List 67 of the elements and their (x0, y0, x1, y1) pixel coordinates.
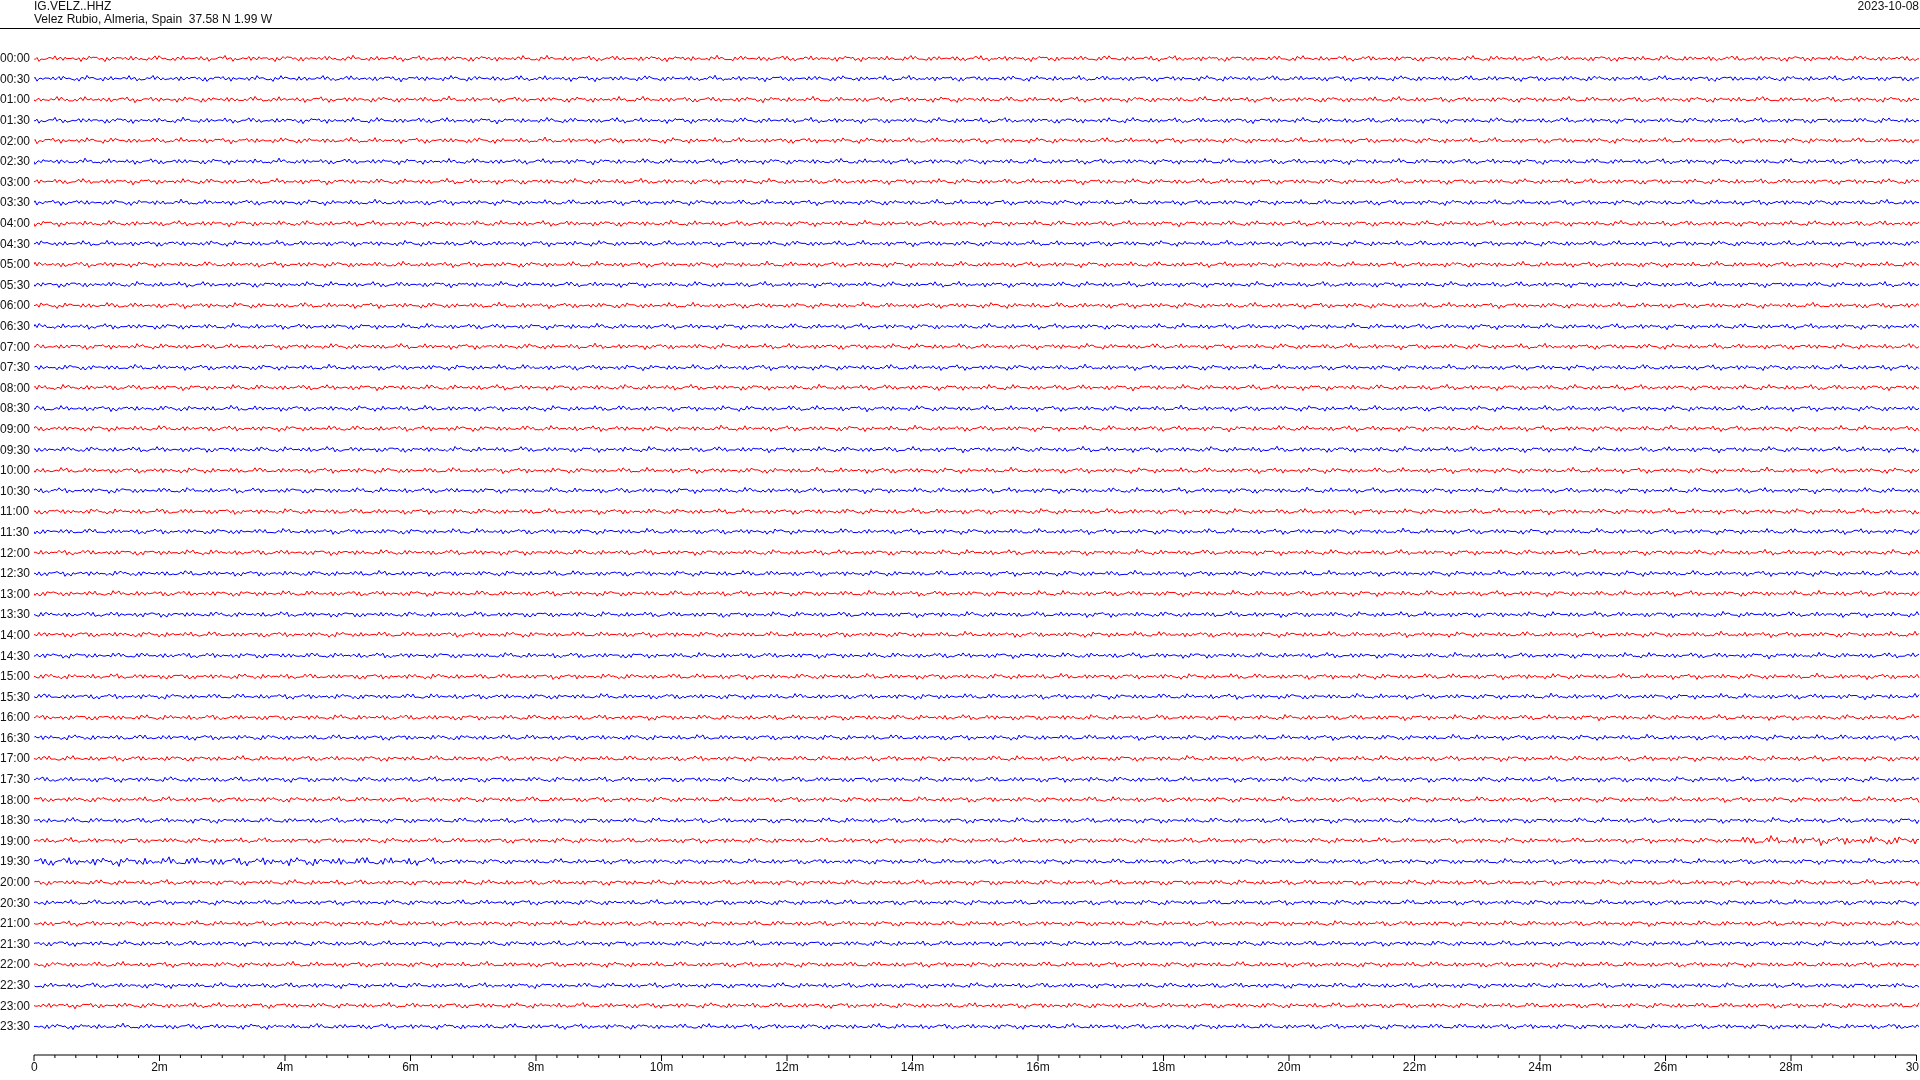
axis-tick-label: 12m (775, 1059, 799, 1073)
hour-label: 08:30 (0, 401, 32, 416)
hour-label: 19:30 (0, 854, 32, 869)
hour-label: 08:00 (0, 380, 32, 395)
axis-tick-label: 2m (151, 1059, 168, 1073)
hour-label: 04:00 (0, 216, 32, 231)
hour-label: 14:00 (0, 627, 32, 642)
hour-label: 22:00 (0, 957, 32, 972)
hour-label: 15:00 (0, 669, 32, 684)
station-location: Velez Rubio, Almeria, Spain 37.58 N 1.99 W (34, 13, 273, 26)
hour-label: 21:00 (0, 916, 32, 931)
axis-tick-label: 24m (1528, 1059, 1552, 1073)
hour-label: 13:30 (0, 607, 32, 622)
hour-label: 03:00 (0, 174, 32, 189)
axis-tick-label: 14m (900, 1059, 925, 1073)
hour-label: 20:00 (0, 875, 32, 890)
hour-label: 13:00 (0, 586, 32, 601)
hour-label: 21:30 (0, 936, 32, 951)
hour-label: 10:00 (0, 463, 32, 478)
hour-label: 17:30 (0, 772, 32, 787)
hour-label: 01:00 (0, 92, 32, 107)
hour-label: 05:00 (0, 257, 32, 272)
hour-label: 15:30 (0, 689, 32, 704)
hour-label: 03:30 (0, 195, 32, 210)
axis-tick-label: 18m (1151, 1059, 1176, 1073)
axis-tick-label: 30 (1905, 1059, 1919, 1073)
hour-label: 17:00 (0, 751, 32, 766)
hour-label: 00:00 (0, 51, 32, 66)
hour-label: 06:00 (0, 298, 32, 313)
plot-date: 2023-10-08 (1857, 0, 1920, 13)
hour-label: 19:00 (0, 833, 32, 848)
hour-label: 00:30 (0, 71, 32, 86)
axis-tick-label: 26m (1653, 1059, 1678, 1073)
hour-label: 06:30 (0, 319, 32, 333)
hour-label: 05:30 (0, 277, 32, 292)
hour-label: 22:30 (0, 978, 32, 992)
axis-tick-label: 10m (649, 1059, 674, 1073)
hour-label: 04:30 (0, 236, 32, 251)
axis-tick-label: 4m (276, 1059, 294, 1073)
hour-label: 18:00 (0, 792, 32, 807)
hour-label: 02:00 (0, 133, 32, 148)
hour-label: 23:00 (0, 998, 32, 1013)
axis-tick-label: 28m (1779, 1059, 1803, 1073)
station-code: IG.VELZ..HHZ (34, 0, 113, 13)
hour-label: 09:30 (0, 442, 32, 457)
hour-label: 07:30 (0, 360, 32, 375)
axis-tick-label: 22m (1402, 1059, 1427, 1073)
hour-label: 20:30 (0, 895, 32, 910)
hour-label: 16:30 (0, 730, 32, 745)
hour-label: 23:30 (0, 1019, 32, 1034)
axis-tick-label: 0 (31, 1059, 38, 1073)
hour-label: 11:30 (0, 524, 31, 539)
hour-label: 07:00 (0, 339, 32, 354)
hour-label: 11:00 (0, 504, 31, 519)
axis-tick-label: 8m (527, 1059, 545, 1073)
hour-label: 09:00 (0, 422, 32, 436)
hour-label: 10:30 (0, 483, 32, 498)
hour-label: 01:30 (0, 113, 32, 128)
hour-label: 18:30 (0, 813, 32, 828)
axis-tick-label: 20m (1277, 1059, 1301, 1073)
hour-label: 16:00 (0, 710, 32, 725)
hour-label: 12:30 (0, 566, 32, 581)
axis-tick-label: 16m (1026, 1059, 1050, 1073)
axis-tick-label: 6m (402, 1059, 419, 1073)
hour-label: 02:30 (0, 154, 32, 169)
hour-label: 14:30 (0, 648, 32, 663)
hour-label: 12:00 (0, 545, 32, 560)
